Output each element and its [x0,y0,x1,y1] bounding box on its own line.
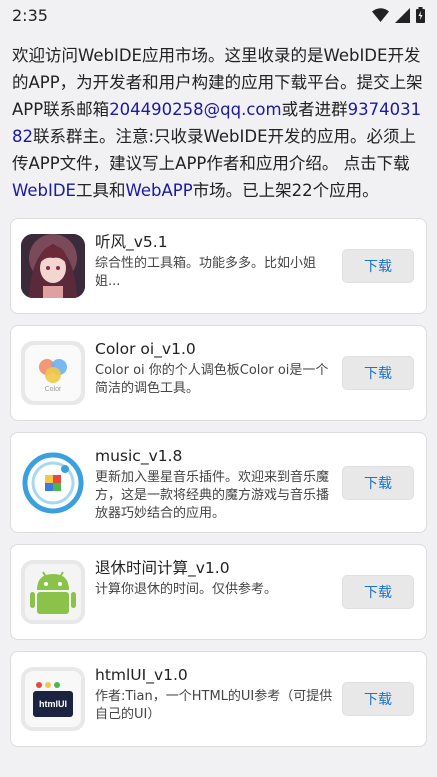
signal-icon [395,7,410,23]
android-icon [21,560,85,624]
anime-girl-icon [21,234,85,298]
htmlui-icon: htmlUI [21,667,85,731]
intro-part2: 或者进群 [281,100,348,119]
download-button[interactable]: 下载 [342,682,414,716]
app-description: 更新加入墨星音乐插件。欢迎来到音乐魔方，这是一款将经典的魔方游戏与音乐播放器巧妙… [95,470,330,521]
status-time: 2:35 [12,5,48,25]
app-description: 作者:Tian，一个HTML的UI参考（可提供自己的UI） [95,689,333,722]
app-description: 综合性的工具箱。功能多多。比如小姐姐... [95,256,317,289]
webapp-link[interactable]: WebAPP [125,181,192,200]
intro-text: 欢迎访问WebIDE应用市场。这里收录的是WebIDE开发的APP，为开发者和用… [0,30,437,218]
app-description: 计算你退休的时间。仅供参考。 [95,582,278,597]
intro-part3: 联系群主。注意:只收录WebIDE开发的应用。必须上传APP文件，建议写上APP… [12,127,417,173]
app-name: music_v1.8 [95,447,183,465]
app-name: Color oi_v1.0 [95,340,196,358]
icon-label: htmlUI [39,699,67,709]
icon-label: Color [45,386,62,393]
intro-part5: 市场。已上架22个应用。 [192,181,379,200]
intro-part4: 工具和 [75,181,126,200]
wifi-icon [372,8,389,22]
app-card[interactable]: htmlUI htmlUI_v1.0 作者:Tian，一个HTML的UI参考（可… [10,651,427,747]
webide-link[interactable]: WebIDE [12,181,76,200]
app-card[interactable]: Color Color oi_v1.0 Color oi 你的个人调色板Colo… [10,325,427,421]
app-card[interactable]: 听风_v5.1 综合性的工具箱。功能多多。比如小姐姐... 下载 [10,218,427,314]
color-palette-icon: Color [21,341,85,405]
download-button[interactable]: 下载 [342,356,414,390]
battery-icon [416,7,425,23]
status-icons [372,7,425,23]
app-name: 听风_v5.1 [95,233,168,251]
app-description: Color oi 你的个人调色板Color oi是一个简洁的调色工具。 [95,363,329,396]
status-bar: 2:35 [0,0,437,30]
download-button[interactable]: 下载 [342,575,414,609]
app-name: htmlUI_v1.0 [95,666,188,684]
music-cube-icon [21,450,85,515]
app-name: 退休时间计算_v1.0 [95,559,230,577]
download-button[interactable]: 下载 [342,465,414,500]
app-list: 听风_v5.1 综合性的工具箱。功能多多。比如小姐姐... 下载 Color C… [0,218,437,747]
app-card[interactable]: 退休时间计算_v1.0 计算你退休的时间。仅供参考。 下载 [10,544,427,640]
download-button[interactable]: 下载 [342,249,414,283]
email-link[interactable]: 204490258@qq.com [109,100,281,119]
app-card[interactable]: music_v1.8 更新加入墨星音乐插件。欢迎来到音乐魔方，这是一款将经典的魔… [10,432,427,533]
